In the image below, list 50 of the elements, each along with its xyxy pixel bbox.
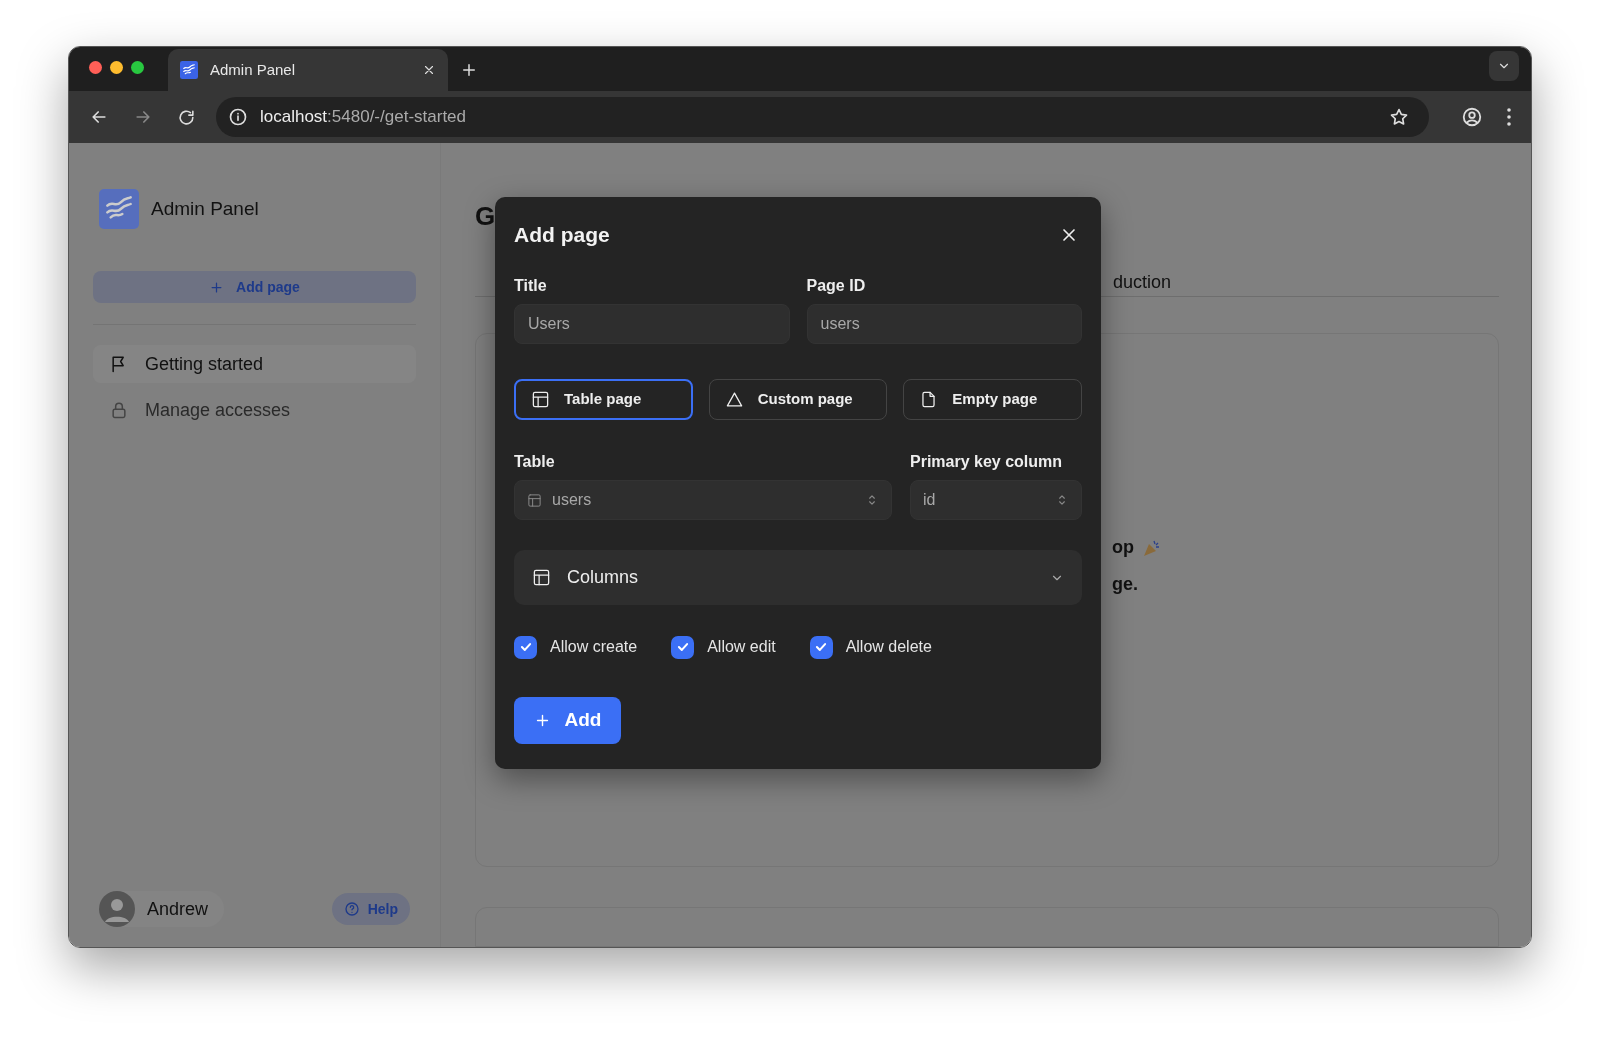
- columns-accordion[interactable]: Columns: [514, 550, 1082, 605]
- app-name: Admin Panel: [151, 196, 259, 221]
- select-field[interactable]: users: [514, 480, 892, 520]
- dialog-title: Add page: [514, 222, 610, 249]
- text-field[interactable]: Users: [514, 304, 790, 344]
- triangle-icon: [724, 390, 744, 409]
- reload-icon: [177, 107, 196, 127]
- checkbox-label: Allow create: [550, 637, 638, 657]
- content-text: op: [1112, 536, 1134, 559]
- avatar-silhouette-icon: [99, 891, 135, 927]
- content-tab[interactable]: duction: [1113, 269, 1172, 296]
- checkbox[interactable]: [809, 635, 833, 659]
- page-type-button[interactable]: Empty page: [903, 379, 1082, 420]
- logo-icon: [180, 61, 198, 80]
- field-label: Title: [514, 276, 548, 296]
- check-icon: [814, 640, 829, 654]
- logo-icon: [99, 189, 139, 229]
- page-heading: G: [475, 200, 497, 229]
- checkbox-label: Allow delete: [845, 637, 932, 657]
- field-label: Table: [514, 452, 556, 472]
- checkbox-label: Allow edit: [707, 637, 776, 657]
- page-type-button[interactable]: Table page: [514, 379, 693, 420]
- page-type-button[interactable]: Custom page: [708, 379, 888, 420]
- star-icon: [1389, 107, 1409, 128]
- address-bar[interactable]: localhost:5480/-/get-started: [216, 97, 1429, 138]
- account-icon: [1461, 106, 1483, 129]
- text-field[interactable]: users: [806, 304, 1082, 344]
- info-icon: [228, 107, 248, 128]
- check-icon: [675, 640, 690, 654]
- lock-icon: [109, 400, 129, 420]
- more-menu-icon[interactable]: [1507, 108, 1511, 127]
- field-label: Primary key column: [910, 452, 1064, 472]
- table-icon: [531, 390, 550, 409]
- field-label: Page ID: [806, 276, 867, 296]
- table-icon: [532, 568, 551, 587]
- sidebar-item[interactable]: Getting started: [93, 345, 416, 383]
- help-icon: [343, 901, 360, 917]
- add-button[interactable]: Add: [514, 697, 621, 744]
- plus-icon: [209, 279, 225, 295]
- tab-title: Admin Panel: [210, 60, 297, 81]
- user-name: Andrew: [147, 897, 209, 921]
- check-icon: [518, 640, 533, 654]
- select-field[interactable]: id: [910, 480, 1082, 520]
- browser-tab[interactable]: Admin Panel: [168, 49, 448, 92]
- url-text: localhost:5480/-/get-started: [260, 106, 468, 129]
- checkbox[interactable]: [514, 635, 537, 659]
- content-text: ge.: [1112, 573, 1139, 596]
- table-icon: [527, 492, 542, 508]
- checkbox[interactable]: [671, 635, 695, 659]
- sidebar-item[interactable]: Manage accesses: [93, 391, 416, 429]
